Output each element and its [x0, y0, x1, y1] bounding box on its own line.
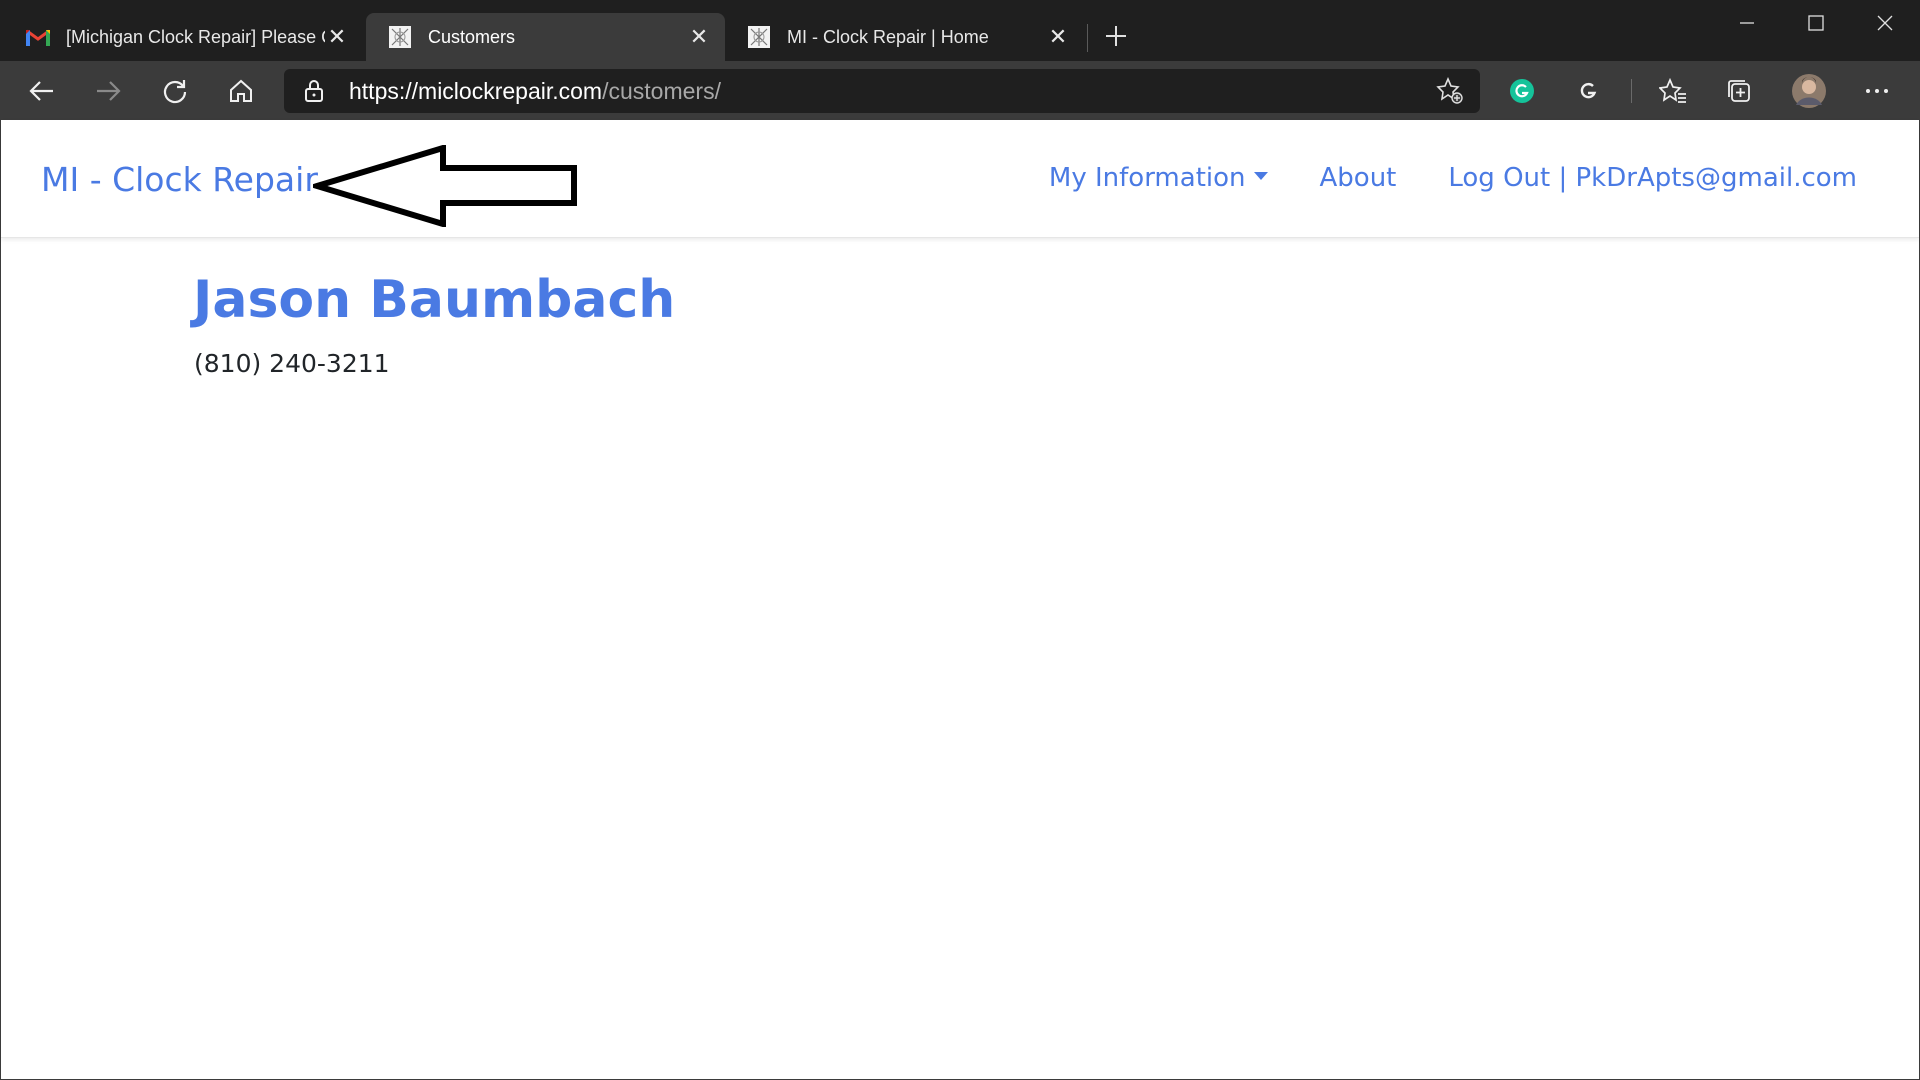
settings-menu-button[interactable]	[1857, 71, 1897, 111]
tab-customers[interactable]: Customers ✕	[366, 13, 725, 61]
site-favicon-icon	[747, 25, 771, 49]
lock-icon[interactable]	[304, 79, 324, 108]
nav-links: My Information About Log Out | PkDrApts@…	[1049, 163, 1857, 193]
maximize-button[interactable]	[1783, 0, 1849, 46]
collections-icon	[1728, 80, 1750, 102]
gmail-icon	[26, 25, 50, 49]
forward-arrow-icon	[97, 81, 121, 101]
site-favicon-icon	[388, 25, 412, 49]
minimize-icon	[1740, 22, 1754, 24]
web-page: MI - Clock Repair My Information About L…	[0, 120, 1920, 1080]
back-arrow-icon	[29, 81, 53, 101]
back-button[interactable]	[22, 71, 62, 111]
refresh-button[interactable]	[155, 71, 195, 111]
address-bar[interactable]: https://miclockrepair.com/customers/	[284, 69, 1480, 113]
tab-title: MI - Clock Repair | Home	[787, 26, 989, 47]
customer-phone: (810) 240-3211	[194, 349, 390, 378]
grammarly-g-icon	[1580, 82, 1597, 99]
favorites-button[interactable]	[1653, 71, 1693, 111]
browser-titlebar: [Michigan Clock Repair] Please C ✕ Custo…	[0, 0, 1920, 61]
browser-toolbar: https://miclockrepair.com/customers/	[0, 61, 1920, 120]
close-icon[interactable]: ✕	[325, 24, 349, 49]
grammarly-extension-button[interactable]	[1502, 71, 1542, 111]
tab-title: [Michigan Clock Repair] Please C	[66, 26, 325, 47]
url-text[interactable]: https://miclockrepair.com/customers/	[349, 78, 721, 105]
tab-title: Customers	[428, 26, 516, 47]
favorites-star-icon	[1659, 78, 1686, 103]
logout-link[interactable]: Log Out | PkDrApts@gmail.com	[1448, 163, 1857, 193]
toolbar-divider	[1631, 79, 1632, 103]
tab-gmail[interactable]: [Michigan Clock Repair] Please C ✕	[4, 13, 363, 61]
new-tab-button[interactable]	[1100, 20, 1132, 52]
site-navbar: MI - Clock Repair My Information About L…	[1, 120, 1919, 238]
forward-button[interactable]	[88, 71, 128, 111]
profile-button[interactable]	[1789, 71, 1829, 111]
refresh-icon	[163, 80, 187, 104]
my-information-label: My Information	[1048, 163, 1246, 193]
collections-button[interactable]	[1719, 71, 1759, 111]
close-icon[interactable]: ✕	[687, 24, 711, 49]
url-path: /customers/	[602, 78, 721, 104]
close-icon[interactable]: ✕	[1046, 24, 1070, 49]
close-window-button[interactable]	[1852, 0, 1918, 46]
grammarly-icon	[1510, 79, 1534, 103]
add-favorite-icon[interactable]	[1436, 76, 1464, 110]
my-information-dropdown[interactable]: My Information	[1049, 163, 1268, 193]
customer-name-heading: Jason Baumbach	[193, 270, 676, 330]
tab-home[interactable]: MI - Clock Repair | Home ✕	[725, 13, 1084, 61]
home-icon	[230, 79, 252, 102]
site-brand-link[interactable]: MI - Clock Repair	[41, 160, 318, 199]
tab-separator	[1087, 24, 1088, 52]
url-host: https://miclockrepair.com	[349, 78, 603, 104]
annotation-arrow-icon	[313, 145, 577, 227]
more-dots-icon	[1866, 89, 1888, 93]
home-button[interactable]	[221, 71, 261, 111]
plus-icon	[1106, 26, 1126, 46]
caret-down-icon	[1253, 171, 1268, 180]
grammarly-docs-extension-button[interactable]	[1568, 71, 1608, 111]
maximize-icon	[1808, 15, 1824, 31]
minimize-button[interactable]	[1714, 0, 1780, 46]
avatar-icon	[1792, 74, 1826, 108]
about-link[interactable]: About	[1320, 163, 1397, 193]
close-icon	[1877, 15, 1893, 31]
